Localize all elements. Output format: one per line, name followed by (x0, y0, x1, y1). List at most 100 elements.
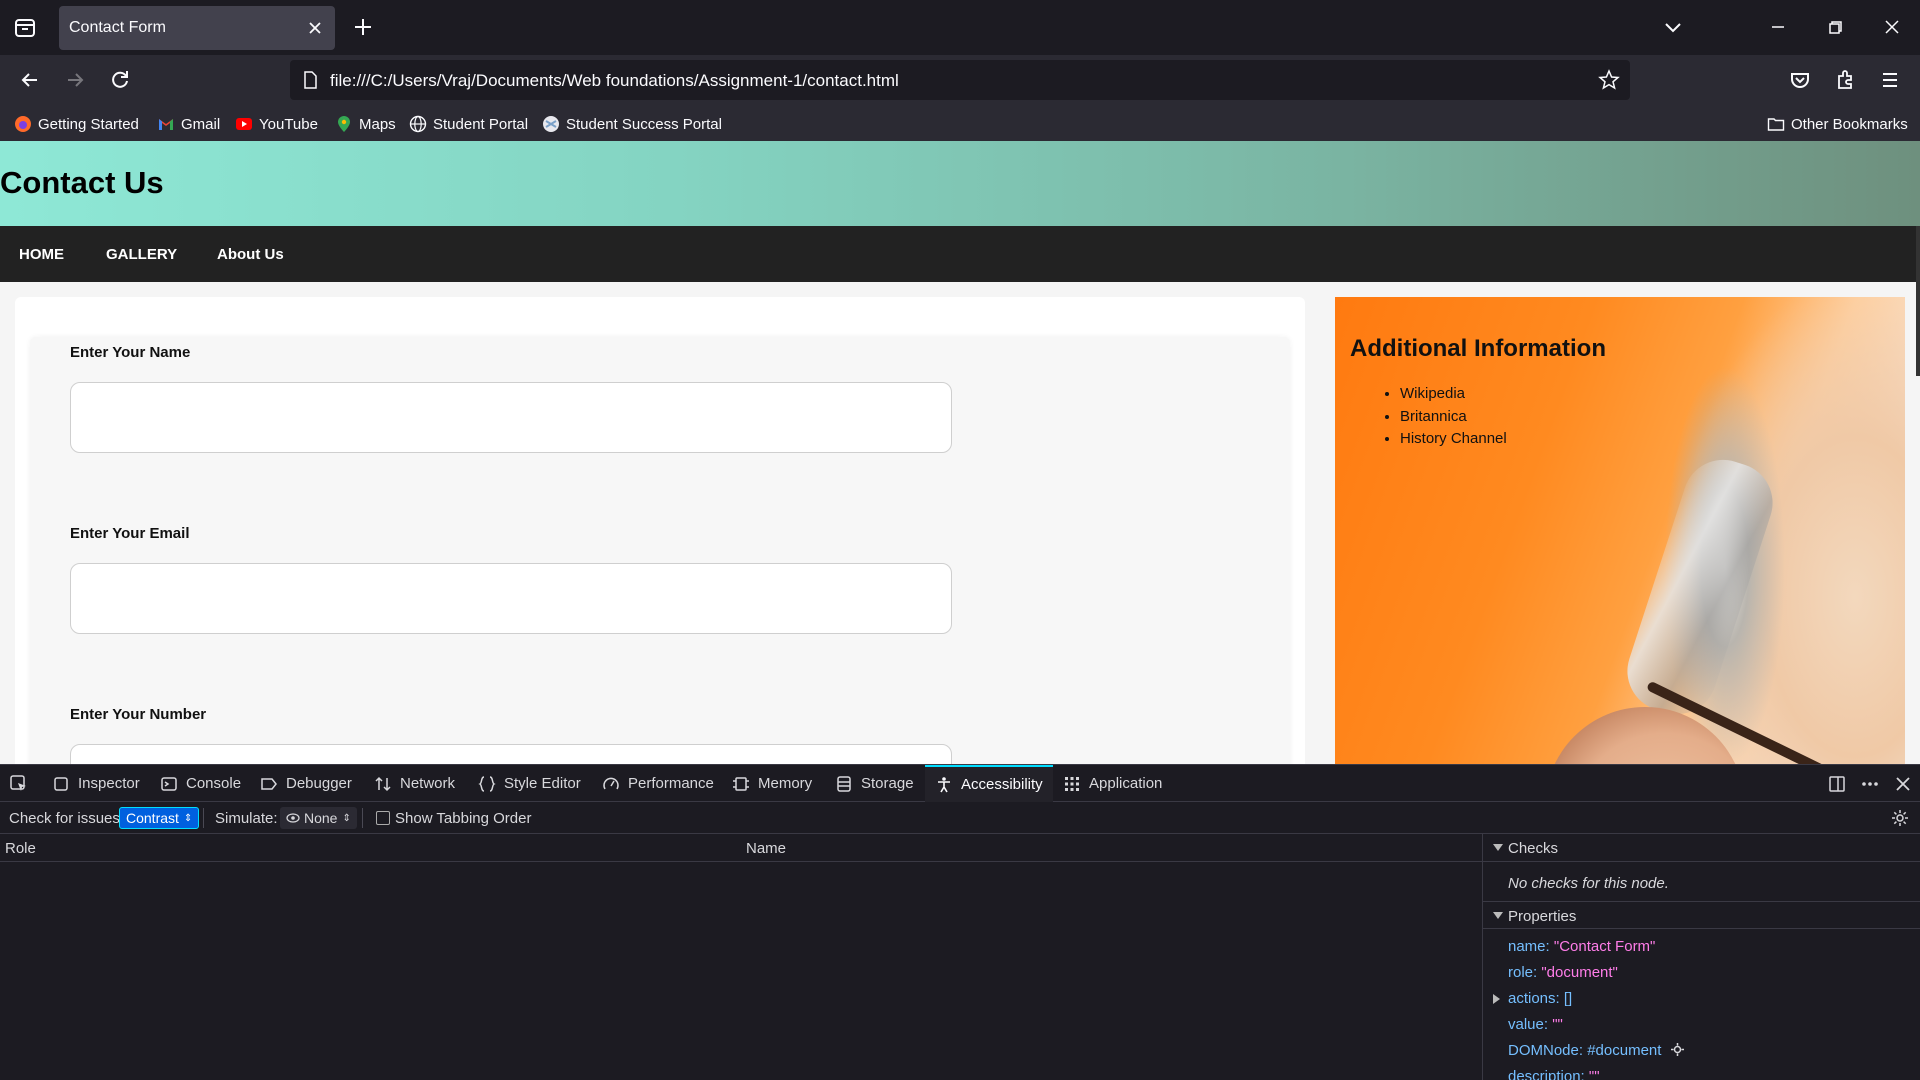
tab-label: Console (186, 775, 242, 792)
contact-form-card: Enter Your Name Enter Your Email Enter Y… (15, 297, 1305, 764)
property-role[interactable]: role: "document" (1508, 964, 1618, 981)
check-issues-value: Contrast (126, 810, 179, 826)
name-label: Enter Your Name (70, 344, 191, 361)
back-arrow-icon[interactable] (15, 65, 45, 95)
restore-icon[interactable] (1822, 14, 1848, 40)
other-bookmarks[interactable]: Other Bookmarks (1767, 113, 1908, 135)
nav-link-gallery[interactable]: GALLERY (106, 246, 177, 263)
forward-arrow-icon[interactable] (60, 65, 90, 95)
nav-link-about-us[interactable]: About Us (217, 246, 284, 263)
property-key: role: (1508, 964, 1538, 981)
settings-gear-icon[interactable] (1891, 809, 1909, 827)
tab-application[interactable]: Application (1063, 765, 1162, 802)
check-issues-label: Check for issues: (9, 810, 125, 827)
tab-network[interactable]: Network (374, 765, 455, 802)
tab-memory[interactable]: Memory (732, 765, 812, 802)
bookmark-student-success-portal[interactable]: Student Success Portal (542, 113, 722, 135)
simulate-select[interactable]: None ⇕ (280, 807, 357, 829)
accessibility-sidebar: Checks No checks for this node. Properti… (1482, 834, 1920, 1080)
tab-label: Storage (861, 775, 914, 792)
tab-strip: Contact Form (0, 0, 1920, 55)
tab-debugger[interactable]: Debugger (260, 765, 352, 802)
aside-link-history-channel[interactable]: History Channel (1400, 430, 1507, 453)
eye-icon (286, 813, 300, 823)
window-close-icon[interactable] (1879, 14, 1905, 40)
gmail-icon (159, 119, 173, 130)
page-header: Contact Us (0, 141, 1920, 226)
browser-tab[interactable]: Contact Form (59, 6, 335, 50)
toolbar-separator (203, 808, 204, 828)
close-icon[interactable] (305, 18, 325, 38)
name-input[interactable] (70, 382, 952, 453)
property-actions[interactable]: actions: [] (1508, 990, 1572, 1007)
expand-triangle-icon[interactable] (1493, 994, 1500, 1004)
url-text[interactable]: file:///C:/Users/Vraj/Documents/Web foun… (330, 71, 899, 91)
folder-icon (1767, 118, 1785, 131)
property-value: "document" (1541, 964, 1618, 981)
property-key: description: (1508, 1068, 1585, 1080)
page-scrollbar[interactable] (1916, 226, 1920, 376)
tab-style-editor[interactable]: Style Editor (478, 765, 581, 802)
column-role[interactable]: Role (5, 840, 36, 857)
bookmark-youtube[interactable]: YouTube (235, 113, 318, 135)
devtools-close-icon[interactable] (1893, 774, 1913, 794)
checks-section-header[interactable]: Checks (1483, 834, 1920, 862)
tab-performance[interactable]: Performance (602, 765, 714, 802)
tab-accessibility[interactable]: Accessibility (925, 765, 1053, 802)
bookmark-maps[interactable]: Maps (335, 113, 396, 135)
tab-label: Style Editor (504, 775, 581, 792)
firefox-view-icon[interactable] (10, 14, 40, 42)
property-value-row[interactable]: value: "" (1508, 1016, 1563, 1033)
navigation-toolbar: file:///C:/Users/Vraj/Documents/Web foun… (0, 55, 1920, 105)
more-options-icon[interactable] (1860, 774, 1880, 794)
url-bar[interactable]: file:///C:/Users/Vraj/Documents/Web foun… (290, 60, 1630, 100)
chevron-down-icon[interactable] (1660, 14, 1686, 40)
check-issues-select[interactable]: Contrast ⇕ (119, 807, 200, 829)
dock-side-icon[interactable] (1827, 774, 1847, 794)
new-tab-plus-icon[interactable] (350, 14, 376, 40)
tab-console[interactable]: Console (160, 765, 241, 802)
reload-icon[interactable] (105, 65, 135, 95)
minimize-icon[interactable] (1765, 14, 1791, 40)
page-title: Contact Us (0, 165, 164, 200)
properties-section-header[interactable]: Properties (1483, 901, 1920, 929)
tabbing-order-checkbox[interactable] (376, 811, 390, 825)
aside-link-list: Wikipedia Britannica History Channel (1400, 385, 1507, 453)
number-input[interactable] (70, 744, 952, 764)
tab-label: Application (1089, 775, 1163, 792)
tab-storage[interactable]: Storage (835, 765, 914, 802)
youtube-icon (236, 118, 252, 130)
property-name[interactable]: name: "Contact Form" (1508, 938, 1655, 955)
property-value: "" (1552, 1016, 1563, 1033)
checks-title: Checks (1508, 840, 1559, 857)
hamburger-menu-icon[interactable] (1875, 65, 1905, 95)
property-domnode[interactable]: DOMNode: #document (1508, 1042, 1685, 1059)
tab-label: Accessibility (961, 776, 1043, 793)
tab-inspector[interactable]: Inspector (52, 765, 140, 802)
inspect-node-gear-icon[interactable] (1670, 1042, 1685, 1057)
bookmark-star-icon[interactable] (1598, 69, 1620, 91)
bookmark-label: Gmail (181, 115, 221, 133)
property-description[interactable]: description: "" (1508, 1068, 1600, 1080)
aside-link-wikipedia[interactable]: Wikipedia (1400, 385, 1507, 408)
email-input[interactable] (70, 563, 952, 634)
bookmark-student-portal[interactable]: Student Portal (409, 113, 528, 135)
bookmark-getting-started[interactable]: Getting Started (14, 113, 139, 135)
devtools-toolbar: Inspector Console Debugger Network Style… (0, 765, 1920, 802)
accessibility-tree-header: Role Name (0, 834, 1482, 862)
aside-link-britannica[interactable]: Britannica (1400, 408, 1507, 431)
other-bookmarks-label: Other Bookmarks (1791, 115, 1908, 133)
pocket-icon[interactable] (1785, 65, 1815, 95)
bookmark-gmail[interactable]: Gmail (157, 113, 220, 135)
tab-label: Debugger (286, 775, 352, 792)
column-name[interactable]: Name (746, 840, 786, 857)
console-icon (161, 776, 177, 791)
extensions-icon[interactable] (1830, 65, 1860, 95)
bookmark-label: Student Portal (433, 115, 529, 133)
firefox-icon (15, 116, 31, 132)
expand-triangle-icon (1493, 844, 1503, 851)
simulate-value: None (304, 810, 338, 826)
nav-link-home[interactable]: HOME (19, 246, 64, 263)
element-picker-icon[interactable] (9, 774, 29, 794)
select-arrows-icon: ⇕ (183, 812, 193, 824)
